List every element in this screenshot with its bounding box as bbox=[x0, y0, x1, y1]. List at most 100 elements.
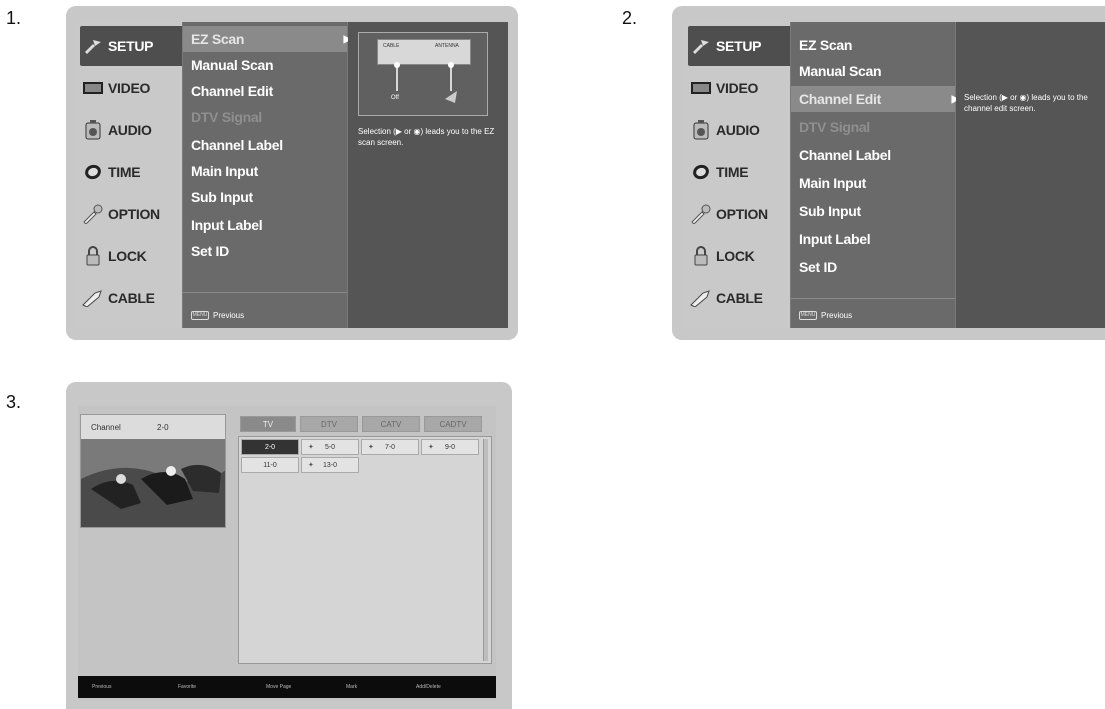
setup-submenu: EZ Scan Manual Scan Channel Edit▶ DTV Si… bbox=[790, 22, 959, 328]
setup-icon bbox=[80, 38, 106, 54]
diagram-lines bbox=[394, 62, 457, 103]
cable-icon bbox=[688, 289, 714, 307]
channel-grid: 2-0 ✦ 5-0 ✦ 7-0 ✦ 9-0 11-0 ✦ 13-0 bbox=[238, 436, 492, 664]
tab-tv[interactable]: TV bbox=[240, 416, 296, 432]
info-panel: CABLE ANTENNA Off Selection (▶ or ◉) lea… bbox=[348, 22, 508, 328]
menu-item-main-input[interactable]: Main Input bbox=[791, 170, 955, 196]
help-text: Selection (▶ or ◉) leads you to the EZ s… bbox=[358, 127, 495, 147]
tab-audio[interactable]: AUDIO bbox=[688, 110, 790, 150]
video-icon bbox=[80, 80, 106, 96]
channel-cell[interactable]: 2-0 bbox=[241, 439, 299, 455]
footer-previous: Previous bbox=[92, 684, 112, 690]
footer-add-delete: Add/Delete bbox=[416, 684, 441, 690]
video-icon bbox=[688, 80, 714, 96]
scrollbar[interactable] bbox=[483, 439, 488, 661]
off-button: Off bbox=[391, 95, 399, 101]
menu-item-sub-input[interactable]: Sub Input bbox=[183, 184, 347, 210]
divider bbox=[791, 298, 955, 299]
step-number-2: 2. bbox=[622, 8, 638, 28]
channel-cell[interactable]: ✦ 5-0 bbox=[301, 439, 359, 455]
tab-video[interactable]: VIDEO bbox=[688, 68, 790, 108]
ez-scan-diagram: CABLE ANTENNA Off bbox=[358, 32, 488, 116]
cable-icon bbox=[80, 289, 106, 307]
footer-mark: Mark bbox=[346, 684, 358, 690]
setup-submenu: EZ Scan▶ Manual Scan Channel Edit DTV Si… bbox=[182, 22, 351, 328]
menu-item-dtv-signal: DTV Signal bbox=[191, 109, 262, 125]
time-icon bbox=[688, 163, 714, 181]
menu-item-ez-scan[interactable]: EZ Scan bbox=[791, 32, 955, 58]
menu-item-dtv-signal: DTV Signal bbox=[799, 119, 870, 135]
menu-item-channel-label[interactable]: Channel Label bbox=[183, 132, 347, 158]
tab-time[interactable]: TIME bbox=[80, 152, 182, 192]
setup-icon bbox=[688, 38, 714, 54]
menu-item-manual-scan[interactable]: Manual Scan bbox=[791, 58, 955, 84]
option-icon bbox=[80, 204, 106, 224]
tab-catv[interactable]: CATV bbox=[362, 416, 420, 432]
channel-cell[interactable]: ✦ 9-0 bbox=[421, 439, 479, 455]
tab-cable[interactable]: CABLE bbox=[80, 278, 182, 318]
favorite-icon: ✦ bbox=[368, 444, 374, 451]
pip-header: Channel 2-0 bbox=[81, 415, 225, 439]
menu-item-input-label[interactable]: Input Label bbox=[791, 226, 955, 252]
tab-setup[interactable]: SETUP bbox=[80, 26, 182, 66]
menu-item-ez-scan[interactable]: EZ Scan▶ bbox=[183, 26, 351, 52]
menu-item-manual-scan[interactable]: Manual Scan bbox=[183, 52, 347, 78]
setup-menu-screen-2: SETUP VIDEO AUDIO TIME OPTION LOCK CABLE… bbox=[684, 22, 1105, 328]
menu-item-main-input[interactable]: Main Input bbox=[183, 158, 347, 184]
setup-menu-screen-1: SETUP VIDEO AUDIO TIME OPTION LOCK CABLE… bbox=[76, 22, 508, 328]
menu-tabs: SETUP VIDEO AUDIO TIME OPTION LOCK CABLE bbox=[684, 22, 790, 328]
screen-2-frame: SETUP VIDEO AUDIO TIME OPTION LOCK CABLE… bbox=[672, 6, 1105, 340]
tab-audio[interactable]: AUDIO bbox=[80, 110, 182, 150]
lock-icon bbox=[80, 245, 106, 267]
channel-cell[interactable]: ✦ 7-0 bbox=[361, 439, 419, 455]
tab-lock[interactable]: LOCK bbox=[80, 236, 182, 276]
pip-source: Channel bbox=[91, 422, 121, 432]
menu-item-set-id[interactable]: Set ID bbox=[183, 238, 347, 264]
channel-cell[interactable]: 11-0 bbox=[241, 457, 299, 473]
help-text: Selection (▶ or ◉) leads you to the chan… bbox=[964, 93, 1088, 113]
info-panel: Selection (▶ or ◉) leads you to the chan… bbox=[956, 22, 1105, 328]
step-number-3: 3. bbox=[6, 392, 22, 412]
tab-dtv[interactable]: DTV bbox=[300, 416, 358, 432]
menu-item-channel-edit[interactable]: Channel Edit bbox=[183, 78, 347, 104]
previous-hint: MENU Previous bbox=[191, 311, 245, 320]
channel-cell[interactable]: ✦ 13-0 bbox=[301, 457, 359, 473]
screen-1-frame: SETUP VIDEO AUDIO TIME OPTION LOCK CABLE… bbox=[66, 6, 518, 340]
menu-item-channel-edit[interactable]: Channel Edit▶ bbox=[791, 86, 959, 112]
menu-tabs: SETUP VIDEO AUDIO TIME OPTION LOCK CABLE bbox=[76, 22, 182, 328]
divider bbox=[183, 292, 347, 293]
channel-edit-footer: Previous Favorite Move Page Mark Add/Del… bbox=[78, 676, 496, 698]
menu-item-sub-input[interactable]: Sub Input bbox=[791, 198, 955, 224]
pip-image bbox=[81, 439, 225, 527]
pip-channel: 2-0 bbox=[157, 422, 169, 432]
footer-move-page: Move Page bbox=[266, 684, 292, 690]
channel-type-tabs: TV DTV CATV CADTV bbox=[240, 416, 482, 432]
screen-3-frame: Channel 2-0 TV DTV CATV CADTV 2-0 ✦ 5-0 … bbox=[66, 382, 512, 709]
tab-option[interactable]: OPTION bbox=[688, 194, 790, 234]
audio-icon bbox=[688, 119, 714, 141]
menu-key-icon: MENU bbox=[799, 311, 817, 320]
horse-race-image bbox=[81, 439, 225, 527]
tab-setup[interactable]: SETUP bbox=[688, 26, 790, 66]
favorite-icon: ✦ bbox=[428, 444, 434, 451]
tab-video[interactable]: VIDEO bbox=[80, 68, 182, 108]
footer-favorite: Favorite bbox=[178, 684, 197, 690]
tab-option[interactable]: OPTION bbox=[80, 194, 182, 234]
channel-edit-screen: Channel 2-0 TV DTV CATV CADTV 2-0 ✦ 5-0 … bbox=[78, 406, 496, 700]
favorite-icon: ✦ bbox=[308, 462, 314, 469]
step-number-1: 1. bbox=[6, 8, 22, 28]
audio-icon bbox=[80, 119, 106, 141]
time-icon bbox=[80, 163, 106, 181]
menu-key-icon: MENU bbox=[191, 311, 209, 320]
tab-cadtv[interactable]: CADTV bbox=[424, 416, 482, 432]
tab-cable[interactable]: CABLE bbox=[688, 278, 790, 318]
menu-item-channel-label[interactable]: Channel Label bbox=[791, 142, 955, 168]
option-icon bbox=[688, 204, 714, 224]
tab-lock[interactable]: LOCK bbox=[688, 236, 790, 276]
menu-item-input-label[interactable]: Input Label bbox=[183, 212, 347, 238]
tab-time[interactable]: TIME bbox=[688, 152, 790, 192]
pip-window: Channel 2-0 bbox=[80, 414, 226, 528]
favorite-icon: ✦ bbox=[308, 444, 314, 451]
menu-item-set-id[interactable]: Set ID bbox=[791, 254, 955, 280]
lock-icon bbox=[688, 245, 714, 267]
